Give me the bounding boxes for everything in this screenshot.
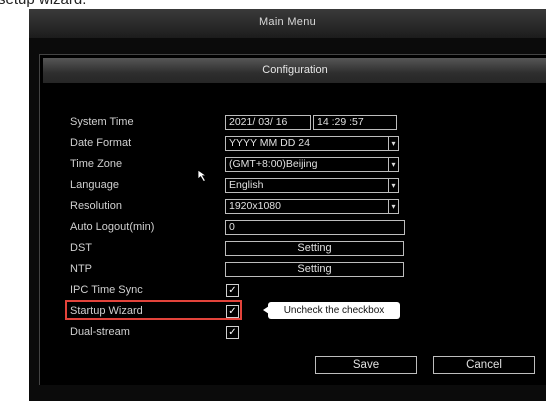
time-zone-label: Time Zone [70, 158, 123, 170]
configuration-panel: Configuration System Time 2021/ 03/ 16 1… [39, 54, 546, 385]
system-date-field[interactable]: 2021/ 03/ 16 [225, 115, 311, 130]
dvr-screen: Main Menu Configuration System Time 2021… [29, 9, 546, 401]
date-format-value: YYYY MM DD 24 [229, 137, 310, 149]
ntp-setting-button[interactable]: Setting [225, 262, 404, 277]
date-format-label: Date Format [70, 137, 132, 149]
resolution-label: Resolution [70, 200, 122, 212]
chevron-down-icon[interactable]: ▾ [388, 199, 399, 214]
save-button[interactable]: Save [315, 356, 417, 374]
startup-wizard-highlight [65, 300, 242, 320]
page: setup wizard. Main Menu Configuration Sy… [0, 0, 546, 401]
callout-text: Uncheck the checkbox [268, 302, 400, 319]
dst-setting-button[interactable]: Setting [225, 241, 404, 256]
date-format-dropdown[interactable]: YYYY MM DD 24 ▾ [225, 136, 399, 151]
language-dropdown[interactable]: English ▾ [225, 178, 399, 193]
ipc-time-sync-label: IPC Time Sync [70, 284, 143, 296]
system-time-field[interactable]: 14 :29 :57 [313, 115, 397, 130]
language-label: Language [70, 179, 119, 191]
dst-label: DST [70, 242, 92, 254]
dual-stream-checkbox[interactable]: ✓ [226, 326, 239, 339]
chevron-down-icon[interactable]: ▾ [388, 136, 399, 151]
time-zone-value: (GMT+8:00)Beijing [229, 158, 318, 170]
main-menu-title: Main Menu [258, 16, 317, 28]
chevron-down-icon[interactable]: ▾ [388, 178, 399, 193]
ntp-label: NTP [70, 263, 92, 275]
chevron-down-icon[interactable]: ▾ [388, 157, 399, 172]
dual-stream-label: Dual-stream [70, 326, 130, 338]
cursor-arrow-icon [197, 169, 208, 183]
configuration-title: Configuration [262, 64, 328, 76]
system-time-label: System Time [70, 116, 134, 128]
resolution-value: 1920x1080 [229, 200, 281, 212]
time-zone-dropdown[interactable]: (GMT+8:00)Beijing ▾ [225, 157, 399, 172]
cancel-button[interactable]: Cancel [433, 356, 535, 374]
main-menu-title-bar: Main Menu [29, 9, 546, 38]
document-caption: setup wizard. [0, 0, 86, 8]
auto-logout-label: Auto Logout(min) [70, 221, 155, 233]
auto-logout-input[interactable]: 0 [225, 220, 405, 235]
resolution-dropdown[interactable]: 1920x1080 ▾ [225, 199, 399, 214]
ipc-time-sync-checkbox[interactable]: ✓ [226, 284, 239, 297]
language-value: English [229, 179, 264, 191]
instruction-callout: Uncheck the checkbox [263, 302, 400, 319]
configuration-header: Configuration [43, 58, 546, 83]
